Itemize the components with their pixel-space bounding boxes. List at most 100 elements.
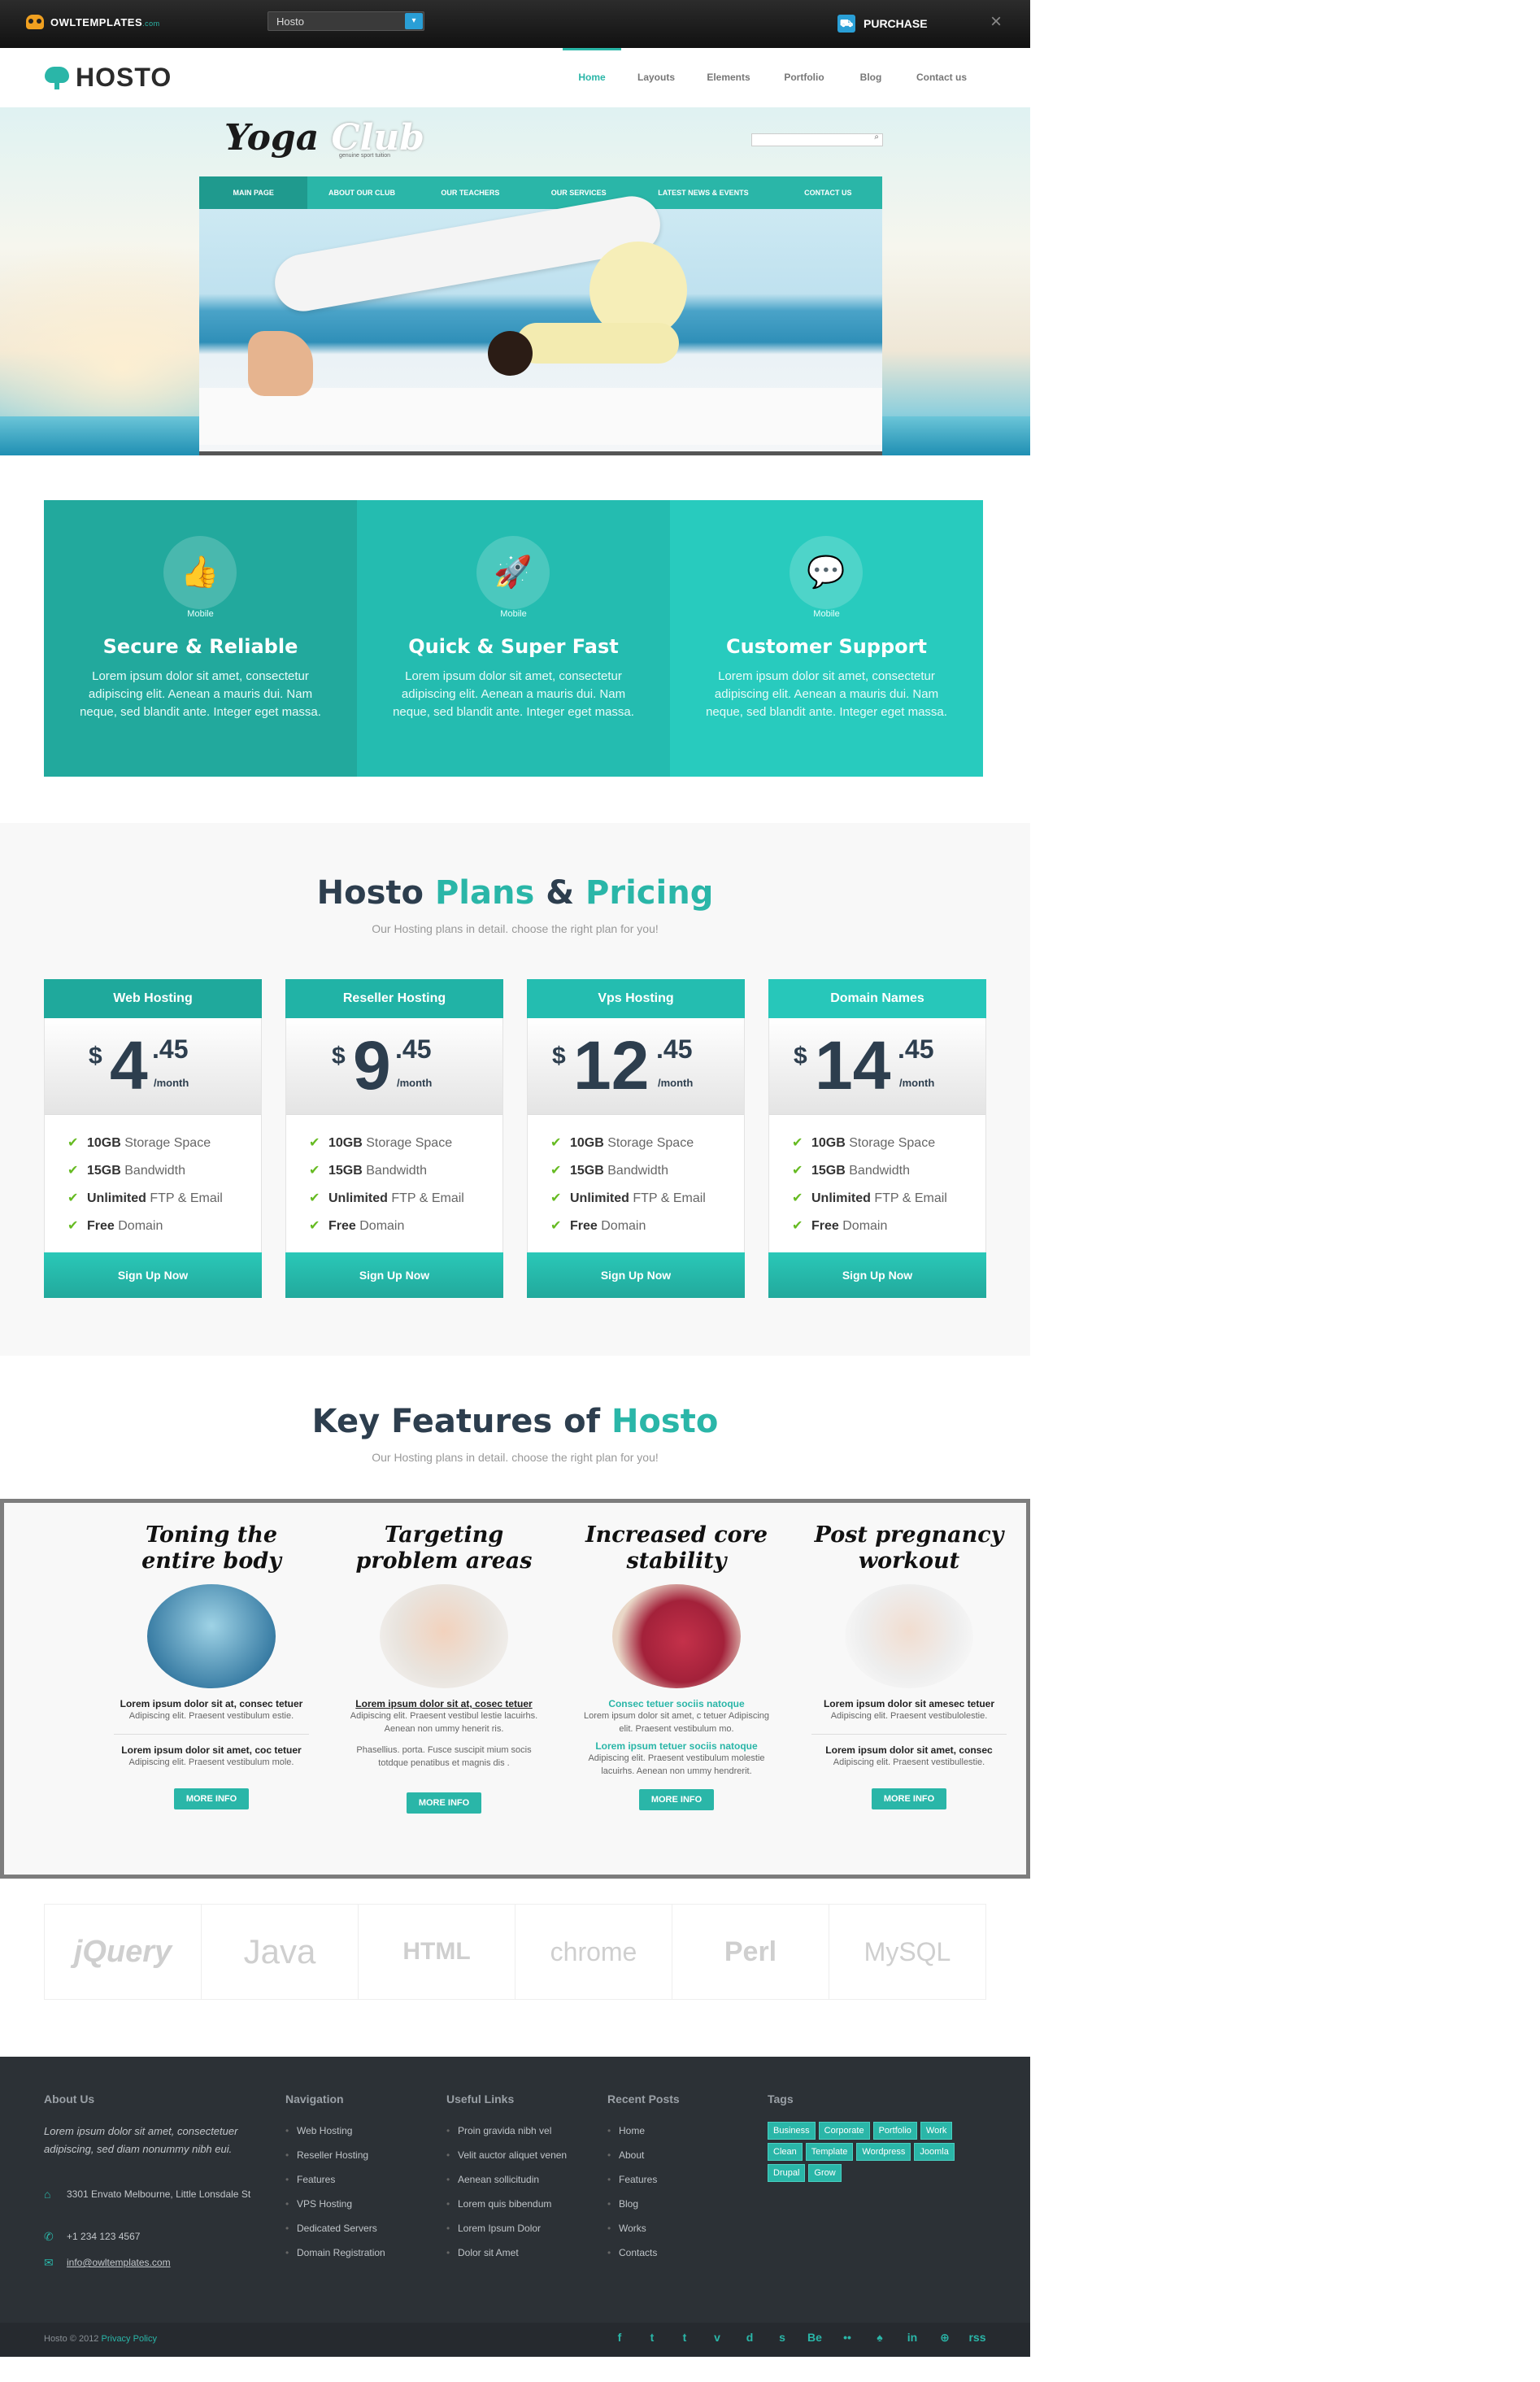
tag[interactable]: Business [768, 2122, 816, 2140]
tag[interactable]: Corporate [818, 2122, 870, 2140]
tag[interactable]: Portfolio [872, 2122, 917, 2140]
owltemplates-logo[interactable]: OWLTEMPLATES.com [26, 15, 160, 29]
footer-link[interactable]: Reseller Hosting [285, 2147, 385, 2171]
demo-topbar: OWLTEMPLATES.com Hosto ▾ ⛟ PURCHASE × [0, 0, 1030, 48]
feature-desc: Lorem ipsum dolor sit amet, consectetur … [393, 669, 634, 719]
tag[interactable]: Work [920, 2122, 953, 2140]
check-icon: ✔ [550, 1219, 562, 1233]
tumblr-icon[interactable]: t [668, 2331, 701, 2345]
search-input[interactable] [751, 133, 883, 146]
yoga-nav-contact[interactable]: CONTACT US [774, 176, 882, 209]
mysql-logo[interactable]: MySQL [829, 1905, 985, 1999]
footer-link[interactable]: Lorem Ipsum Dolor [446, 2220, 567, 2245]
footer-link[interactable]: About [607, 2147, 657, 2171]
forrst-icon[interactable]: ♠ [864, 2331, 896, 2345]
footer-link[interactable]: Aenean sollicitudin [446, 2171, 567, 2196]
footer-link[interactable]: VPS Hosting [285, 2196, 385, 2220]
template-select[interactable]: Hosto ▾ [268, 11, 424, 31]
feature-secure: 👍 Mobile Secure & Reliable Lorem ipsum d… [44, 500, 357, 777]
tag[interactable]: Drupal [768, 2164, 806, 2182]
owl-icon [26, 15, 44, 29]
facebook-icon[interactable]: f [603, 2331, 636, 2345]
java-logo[interactable]: Java [202, 1905, 359, 1999]
cloud-icon[interactable]: s [766, 2331, 798, 2345]
nav-portfolio[interactable]: Portfolio [766, 48, 842, 107]
yoga-nav-main[interactable]: MAIN PAGE [199, 176, 308, 209]
purchase-button[interactable]: ⛟ PURCHASE [837, 13, 928, 34]
footer-link[interactable]: Features [285, 2171, 385, 2196]
footer-link[interactable]: Blog [607, 2196, 657, 2220]
key-feature-image [845, 1584, 973, 1688]
footer-link[interactable]: Dolor sit Amet [446, 2245, 567, 2269]
privacy-policy-link[interactable]: Privacy Policy [102, 2334, 157, 2344]
flickr-icon[interactable]: •• [831, 2331, 864, 2345]
vimeo-icon[interactable]: v [701, 2331, 733, 2345]
nav-elements[interactable]: Elements [691, 48, 766, 107]
tag[interactable]: Clean [768, 2143, 803, 2161]
check-icon: ✔ [792, 1164, 803, 1178]
home-icon: ⌂ [44, 2188, 51, 2201]
perl-logo[interactable]: Perl [672, 1905, 829, 1999]
template-select-value: Hosto [276, 15, 304, 28]
more-info-button[interactable]: MORE INFO [639, 1789, 714, 1810]
partner-logos: jQuery Java HTML chrome Perl MySQL [44, 1904, 986, 2000]
hosto-logo[interactable]: HOSTO [45, 63, 172, 93]
yoga-photo [199, 191, 882, 455]
chrome-logo[interactable]: chrome [516, 1905, 672, 1999]
jquery-logo[interactable]: jQuery [45, 1905, 202, 1999]
thumbs-up-icon: 👍 [163, 536, 237, 609]
plan-name: Reseller Hosting [285, 979, 503, 1018]
behance-icon[interactable]: Be [798, 2331, 831, 2345]
rss-icon[interactable]: rss [961, 2331, 994, 2345]
plan-name: Vps Hosting [527, 979, 745, 1018]
check-icon: ✔ [550, 1191, 562, 1205]
chevron-down-icon[interactable]: ▾ [405, 13, 423, 29]
more-info-button[interactable]: MORE INFO [407, 1792, 481, 1814]
twitter-icon[interactable]: t [636, 2331, 668, 2345]
nav-home[interactable]: Home [563, 48, 621, 107]
yoga-nav-about[interactable]: ABOUT OUR CLUB [307, 176, 415, 209]
tag[interactable]: Joomla [914, 2143, 955, 2161]
footer-link[interactable]: Contacts [607, 2245, 657, 2269]
sign-up-button[interactable]: Sign Up Now [768, 1252, 986, 1298]
plan-card-web: Web Hosting $ 4 .45 /month ✔ 10GB Storage… [44, 979, 262, 1298]
html5-logo[interactable]: HTML [359, 1905, 516, 1999]
linkedin-icon[interactable]: in [896, 2331, 929, 2345]
purchase-label: PURCHASE [864, 17, 928, 30]
nav-blog[interactable]: Blog [842, 48, 899, 107]
check-icon: ✔ [309, 1219, 320, 1233]
pinterest-icon[interactable]: ⊕ [929, 2331, 961, 2345]
footer-link[interactable]: Dedicated Servers [285, 2220, 385, 2245]
yoga-nav: MAIN PAGE ABOUT OUR CLUB OUR TEACHERS OU… [199, 176, 882, 209]
footer-link[interactable]: Proin gravida nibh vel [446, 2123, 567, 2147]
close-icon[interactable]: × [990, 12, 1002, 32]
tag[interactable]: Grow [808, 2164, 842, 2182]
sign-up-button[interactable]: Sign Up Now [285, 1252, 503, 1298]
pricing-heading: Hosto Plans & Pricing [316, 874, 714, 912]
footer-email[interactable]: ✉ info@owltemplates.com [44, 2254, 255, 2271]
footer-link[interactable]: Velit auctor aliquet venen [446, 2147, 567, 2171]
nav-contact[interactable]: Contact us [899, 48, 984, 107]
footer-link[interactable]: Home [607, 2123, 657, 2147]
feature-label: Mobile [500, 609, 527, 619]
yoga-nav-news[interactable]: LATEST NEWS & EVENTS [633, 176, 773, 209]
more-info-button[interactable]: MORE INFO [872, 1788, 946, 1809]
footer-link[interactable]: Features [607, 2171, 657, 2196]
sign-up-button[interactable]: Sign Up Now [527, 1252, 745, 1298]
yoga-nav-teachers[interactable]: OUR TEACHERS [416, 176, 524, 209]
tag[interactable]: Template [805, 2143, 854, 2161]
key-feature-col: Post pregnancy workout Lorem ipsum dolor… [811, 1522, 1007, 1809]
tag[interactable]: Wordpress [856, 2143, 911, 2161]
footer-link[interactable]: Lorem quis bibendum [446, 2196, 567, 2220]
more-info-button[interactable]: MORE INFO [174, 1788, 249, 1809]
sign-up-button[interactable]: Sign Up Now [44, 1252, 262, 1298]
check-icon: ✔ [67, 1136, 79, 1150]
footer-link[interactable]: Works [607, 2220, 657, 2245]
nav-layouts[interactable]: Layouts [621, 48, 691, 107]
copyright: Hosto © 2012 Privacy Policy [44, 2334, 157, 2344]
footer-link[interactable]: Domain Registration [285, 2245, 385, 2269]
dribbble-icon[interactable]: d [733, 2331, 766, 2345]
social-icons: f t t v d s Be •• ♠ in ⊕ rss [603, 2331, 994, 2345]
footer-link[interactable]: Web Hosting [285, 2123, 385, 2147]
key-feature-title: Targeting problem areas [355, 1522, 533, 1574]
